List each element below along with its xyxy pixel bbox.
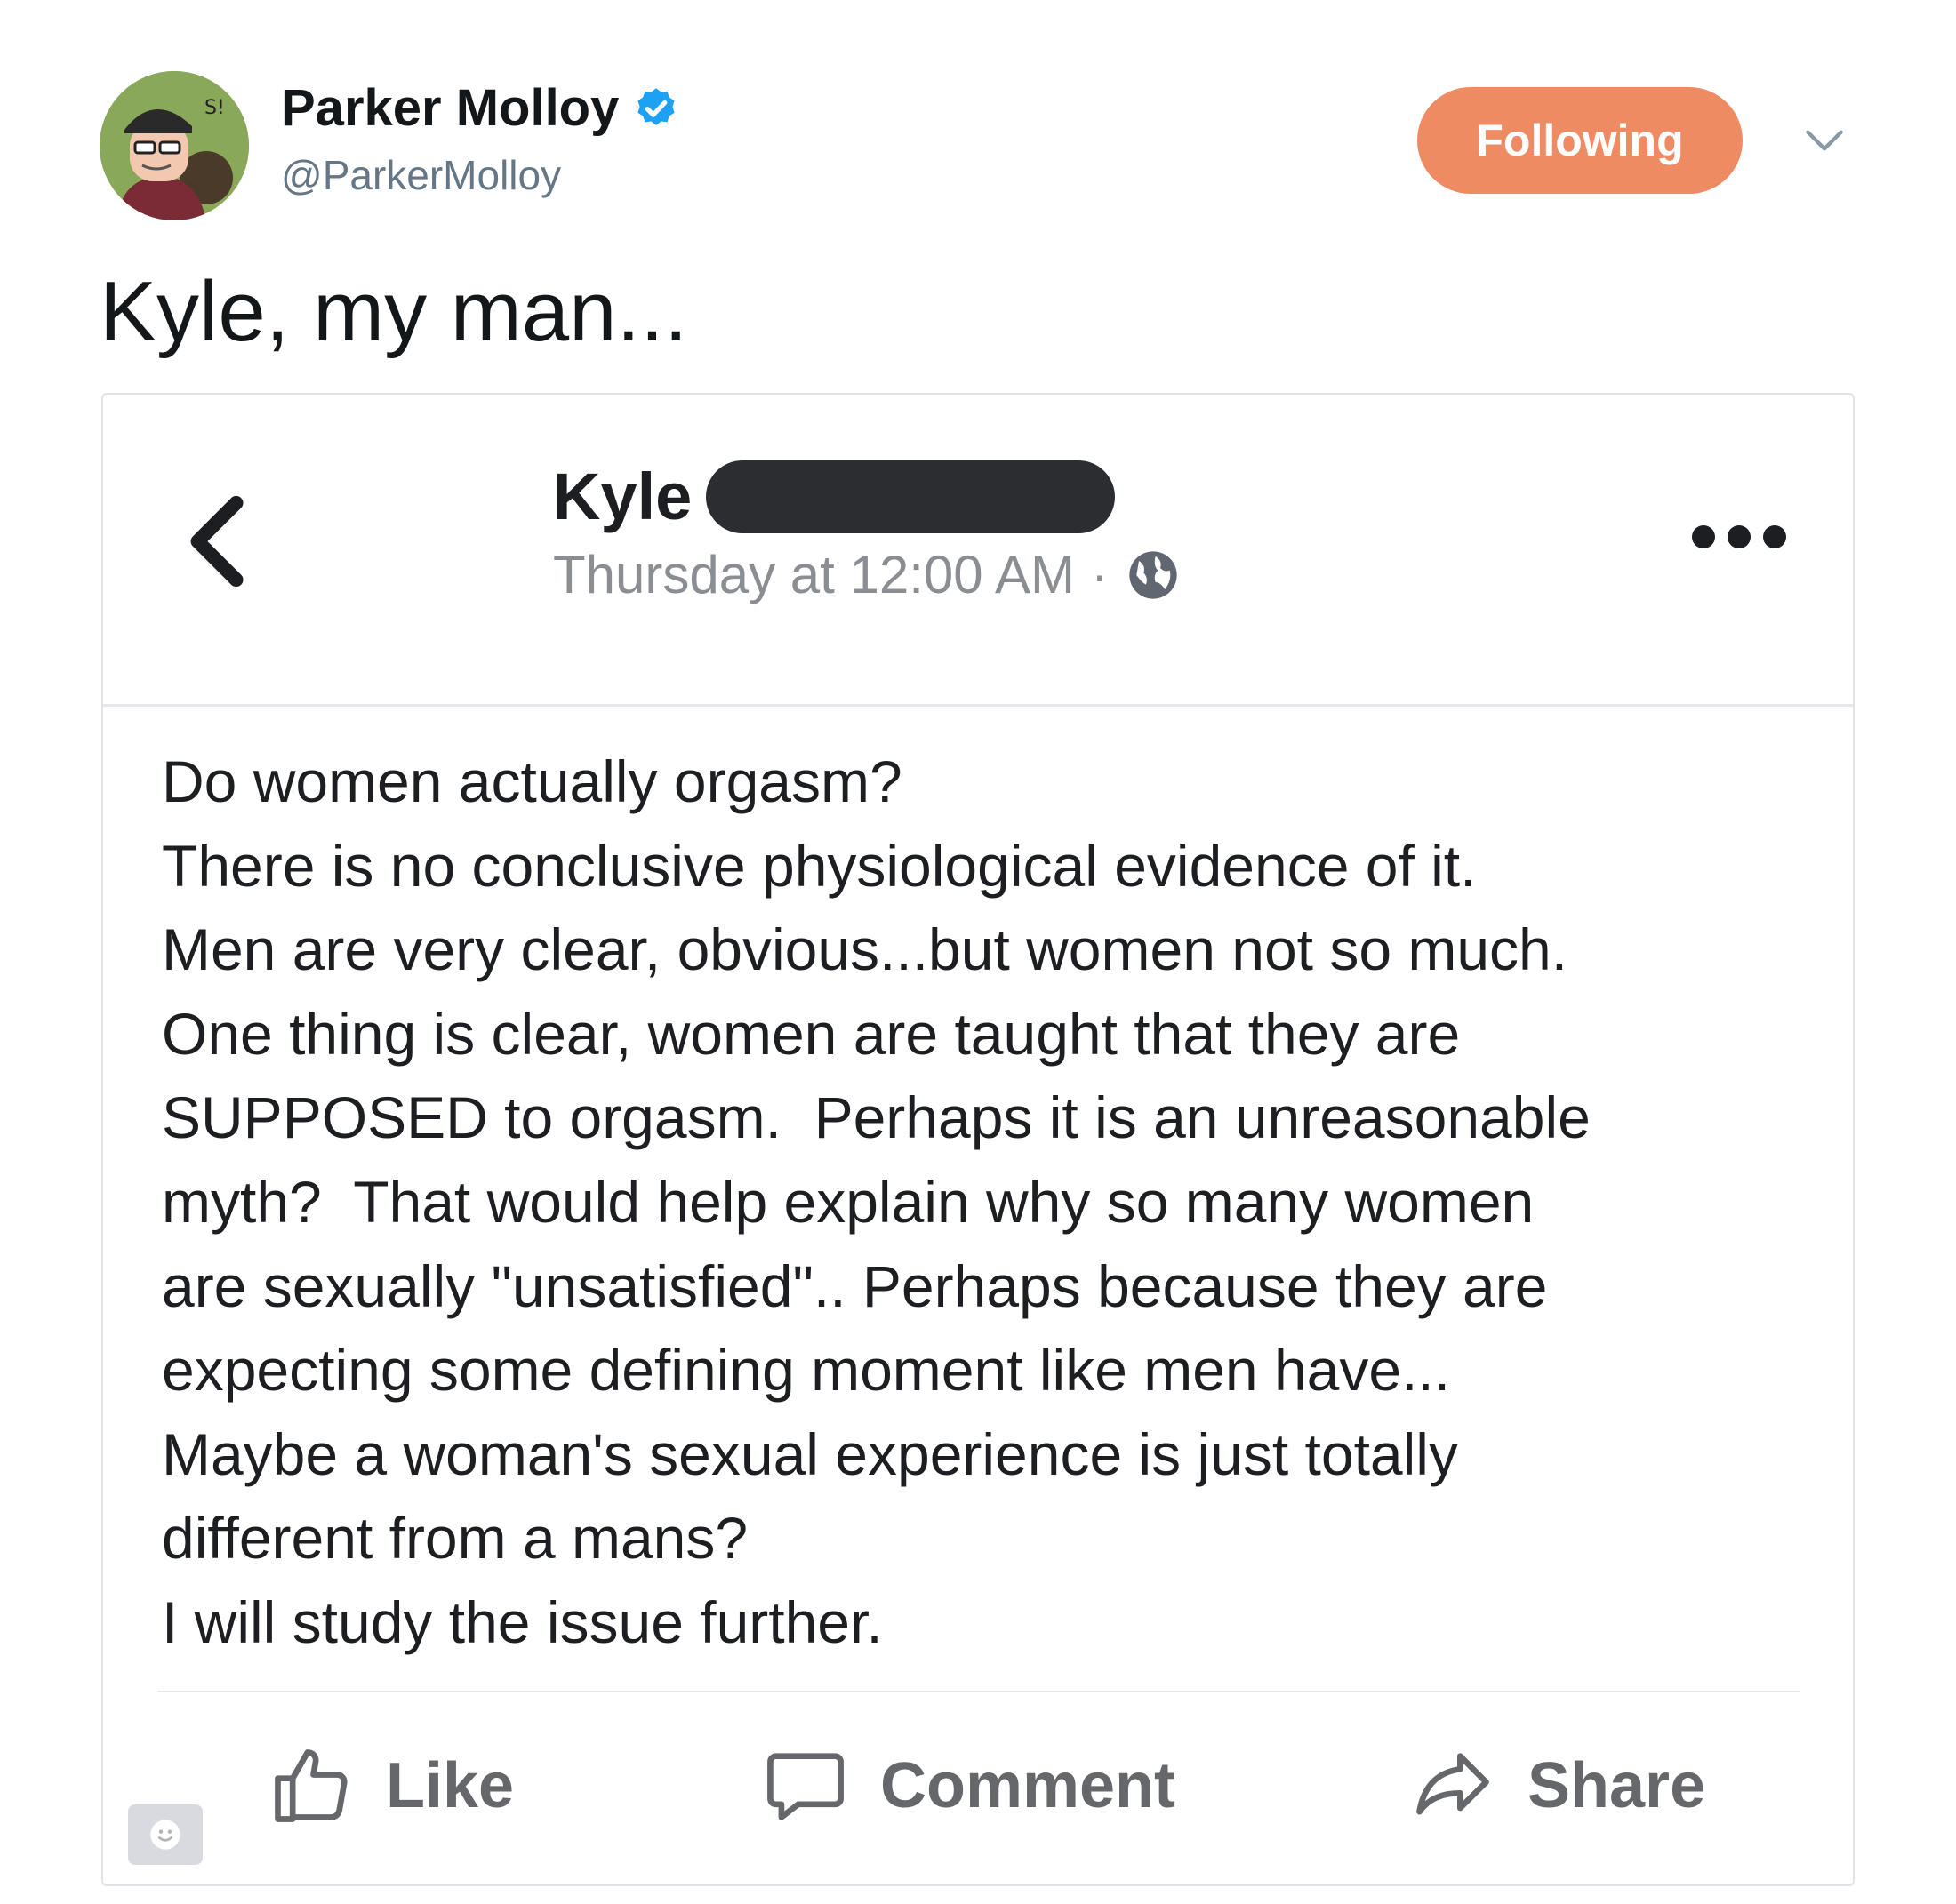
like-label: Like [386, 1750, 515, 1821]
fb-post-author[interactable]: Kyle [553, 459, 1116, 534]
body-line: I will study the issue further. [162, 1588, 883, 1655]
body-line: SUPPOSED to orgasm. Perhaps it is an unr… [162, 1084, 1591, 1151]
fb-post-meta: Thursday at 12:00 AM · [553, 544, 1182, 605]
chevron-down-icon[interactable] [1800, 116, 1849, 165]
share-arrow-icon [1416, 1753, 1489, 1815]
redaction-bar [706, 460, 1116, 533]
thumbs-up-icon [275, 1749, 348, 1822]
author-name-text: Parker Molloy [281, 79, 620, 137]
verified-badge-icon [637, 87, 675, 125]
emoji-icon[interactable] [128, 1804, 203, 1865]
comment-button[interactable]: Comment [761, 1737, 1175, 1835]
body-line: Maybe a woman's sexual experience is jus… [162, 1420, 1458, 1487]
globe-icon [1129, 550, 1177, 599]
body-line: There is no conclusive physiological evi… [162, 832, 1477, 899]
body-line: myth? That would help explain why so man… [162, 1168, 1535, 1235]
more-options-icon[interactable] [1686, 519, 1792, 555]
smiley-icon [150, 1820, 180, 1850]
body-line: One thing is clear, women are taught tha… [162, 1000, 1461, 1067]
author-name[interactable]: Parker Molloy [281, 78, 679, 138]
cartoon-avatar-icon: S! [100, 71, 249, 220]
body-line: are sexually "unsatisfied".. Perhaps bec… [162, 1252, 1548, 1319]
svg-text:S!: S! [204, 97, 225, 119]
following-button[interactable]: Following [1417, 87, 1743, 194]
share-button[interactable]: Share [1408, 1737, 1705, 1835]
body-line: expecting some defining moment like men … [162, 1337, 1451, 1404]
back-chevron-icon[interactable] [183, 492, 254, 590]
fb-post-body: Do women actually orgasm? There is no co… [162, 740, 1591, 1665]
comment-label: Comment [880, 1750, 1176, 1821]
comment-bubble-icon [767, 1753, 844, 1820]
author-handle[interactable]: @ParkerMolloy [281, 151, 561, 199]
body-line: different from a mans? [162, 1505, 749, 1572]
body-line: Do women actually orgasm? [162, 748, 902, 814]
meta-separator: · [1091, 545, 1109, 604]
tweet-text: Kyle, my man... [100, 264, 688, 359]
author-avatar[interactable]: S! [100, 71, 249, 220]
like-button[interactable]: Like [267, 1737, 514, 1835]
share-label: Share [1527, 1750, 1706, 1821]
fb-timestamp[interactable]: Thursday at 12:00 AM [553, 544, 1075, 605]
header-divider [103, 704, 1853, 707]
embedded-post-image[interactable]: Kyle Thursday at 12:00 AM · Do women act… [101, 393, 1855, 1886]
fb-author-name: Kyle [553, 460, 693, 533]
body-line: Men are very clear, obvious...but women … [162, 916, 1568, 983]
actions-divider [158, 1691, 1800, 1692]
